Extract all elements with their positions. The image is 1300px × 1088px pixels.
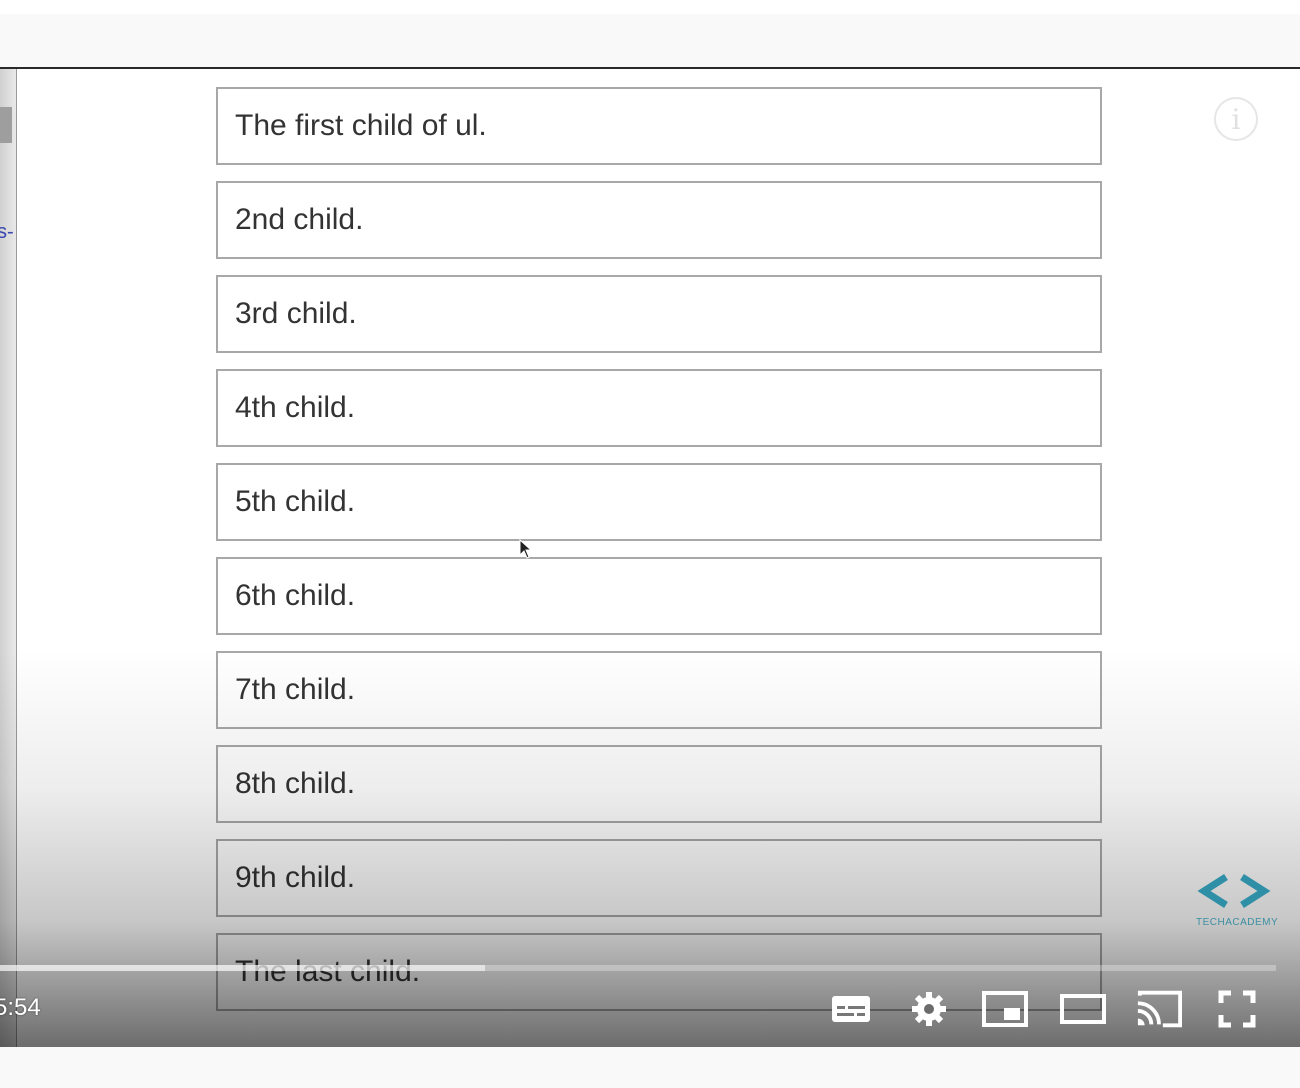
page-bottom-band xyxy=(0,1047,1300,1088)
time-display: 5:54 xyxy=(0,994,41,1021)
list-item-label: 6th child. xyxy=(235,579,356,612)
list-item-label: The last child. xyxy=(235,955,421,988)
theater-mode-button[interactable] xyxy=(1060,989,1106,1029)
video-player[interactable]: s- The first child of ul. 2nd child. 3rd… xyxy=(0,67,1300,1049)
list-item: 9th child. xyxy=(216,839,1102,917)
theater-mode-icon xyxy=(1060,994,1106,1024)
list-item: 5th child. xyxy=(216,463,1102,541)
subtitles-icon xyxy=(832,996,870,1022)
list-item: 6th child. xyxy=(216,557,1102,635)
progress-bar[interactable] xyxy=(0,965,1276,971)
logo-wordmark: TECHACADEMY xyxy=(1196,917,1279,928)
list-item-label: 3rd child. xyxy=(235,297,357,330)
list-item: 3rd child. xyxy=(216,275,1102,353)
editor-left-strip: s- xyxy=(0,69,17,1049)
info-icon[interactable]: i xyxy=(1214,97,1258,141)
list-item-label: 2nd child. xyxy=(235,203,364,236)
list-item: The first child of ul. xyxy=(216,87,1102,165)
subtitles-button[interactable] xyxy=(828,989,874,1029)
miniplayer-icon xyxy=(982,991,1028,1027)
fullscreen-icon xyxy=(1218,990,1256,1028)
code-fragment: s- xyxy=(0,221,14,243)
list-item: 2nd child. xyxy=(216,181,1102,259)
list-item: The last child. xyxy=(216,933,1102,1011)
cast-icon xyxy=(1137,990,1182,1028)
list-item: 4th child. xyxy=(216,369,1102,447)
list-item-label: 4th child. xyxy=(235,391,356,424)
settings-button[interactable] xyxy=(906,989,952,1029)
list-item-label: 8th child. xyxy=(235,767,356,800)
progress-played xyxy=(0,965,485,971)
page-top-band xyxy=(0,0,1300,14)
child-list: The first child of ul. 2nd child. 3rd ch… xyxy=(216,87,1102,1027)
cast-button[interactable] xyxy=(1136,989,1182,1029)
list-item-label: 9th child. xyxy=(235,861,356,894)
fullscreen-button[interactable] xyxy=(1214,989,1260,1029)
miniplayer-button[interactable] xyxy=(982,989,1028,1029)
list-item: 8th child. xyxy=(216,745,1102,823)
strip-scroll-thumb xyxy=(0,107,12,143)
settings-gear-icon xyxy=(912,992,946,1026)
list-item: 7th child. xyxy=(216,651,1102,729)
list-item-label: 5th child. xyxy=(235,485,356,518)
mouse-pointer-icon xyxy=(519,539,533,559)
list-item-label: 7th child. xyxy=(235,673,356,706)
list-item-label: The first child of ul. xyxy=(235,109,487,142)
